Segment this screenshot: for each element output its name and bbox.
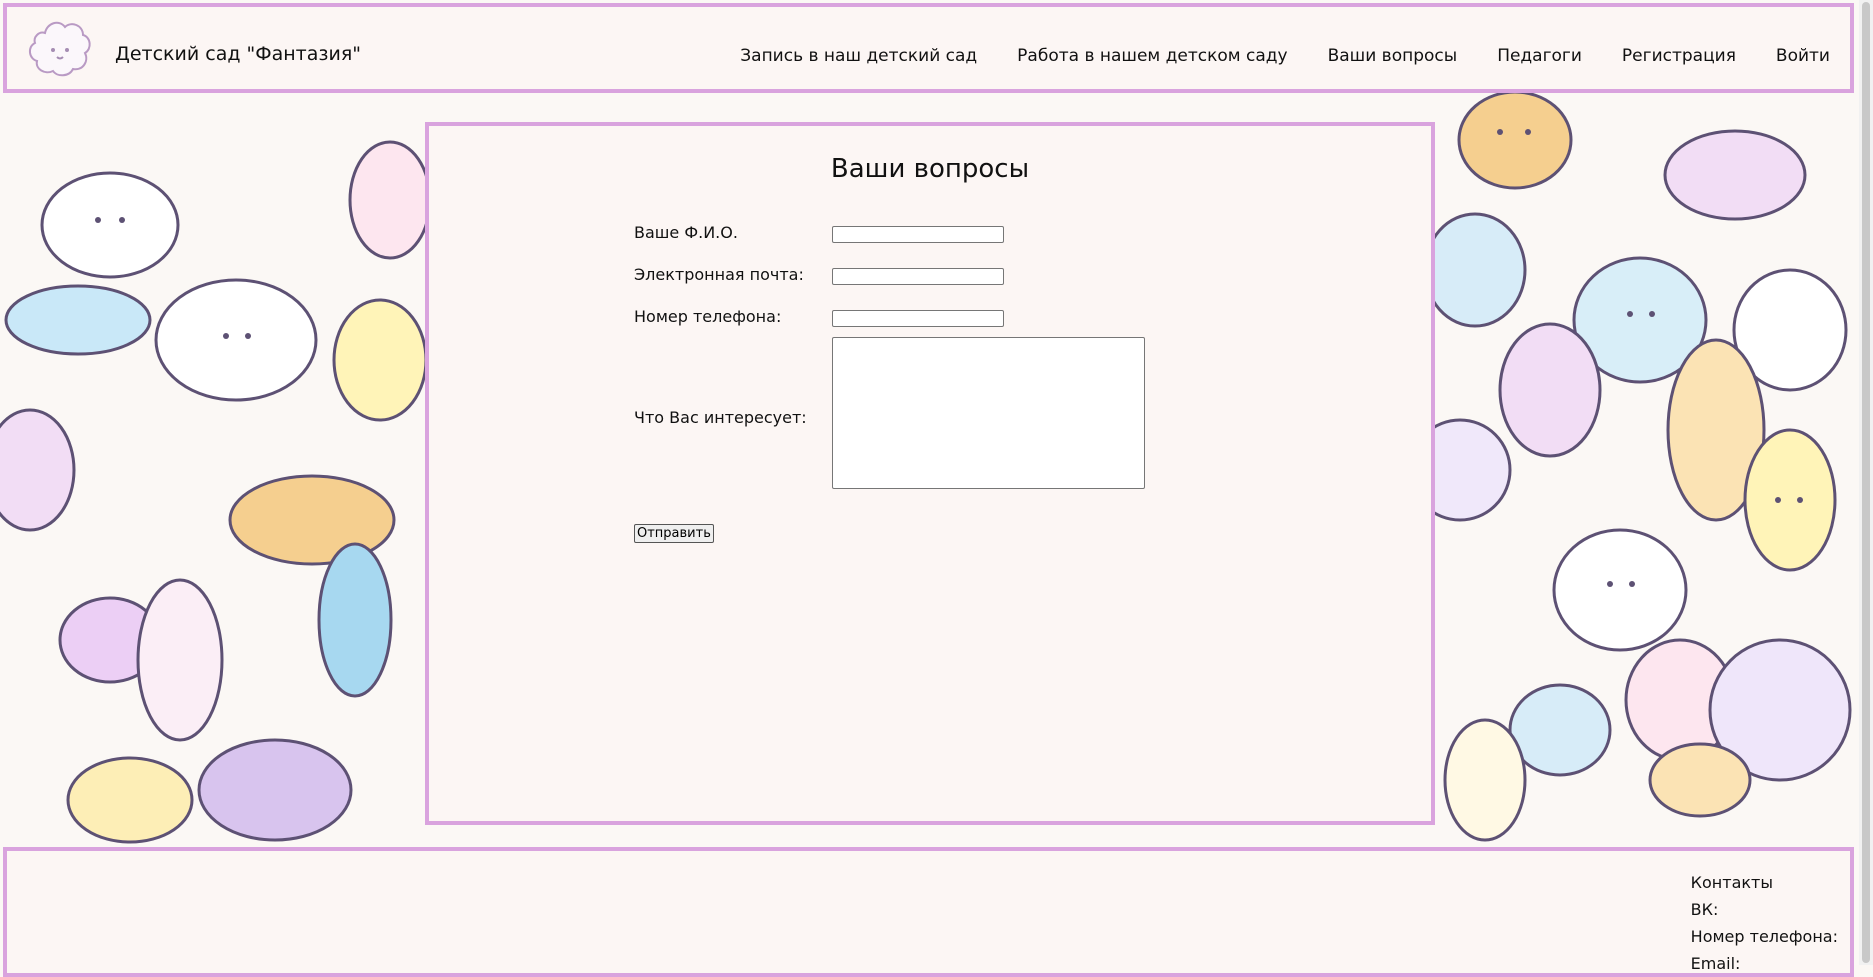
vertical-scrollbar[interactable] bbox=[1859, 0, 1873, 965]
email-label: Электронная почта: bbox=[634, 265, 804, 284]
name-field[interactable] bbox=[832, 226, 1004, 243]
questions-panel: Ваши вопросы Ваше Ф.И.О. Электронная поч… bbox=[425, 122, 1435, 825]
site-title: Детский сад "Фантазия" bbox=[115, 43, 362, 65]
page-title: Ваши вопросы bbox=[830, 154, 1030, 184]
email-contact-label: Email: bbox=[1690, 954, 1741, 973]
phone-label: Номер телефона: bbox=[634, 307, 782, 326]
nav-enrollment[interactable]: Запись в наш детский сад bbox=[740, 46, 977, 66]
main-nav: Запись в наш детский сад Работа в нашем … bbox=[740, 46, 1830, 66]
vk-label: ВК: bbox=[1690, 900, 1719, 919]
contacts-block: Контакты ВК: Номер телефона: Email: bbox=[1691, 869, 1838, 977]
logo-cloud-icon[interactable] bbox=[27, 15, 93, 85]
contacts-title: Контакты bbox=[1690, 873, 1774, 892]
phone-field[interactable] bbox=[832, 310, 1004, 327]
question-label: Что Вас интересует: bbox=[634, 408, 807, 427]
nav-register[interactable]: Регистрация bbox=[1622, 46, 1736, 66]
header: Детский сад "Фантазия" Запись в наш детс… bbox=[3, 3, 1854, 93]
nav-teachers[interactable]: Педагоги bbox=[1497, 46, 1582, 66]
email-field[interactable] bbox=[832, 268, 1004, 285]
nav-login[interactable]: Войти bbox=[1776, 46, 1830, 66]
nav-jobs[interactable]: Работа в нашем детском саду bbox=[1017, 46, 1287, 66]
scrollbar-thumb[interactable] bbox=[1862, 2, 1870, 963]
nav-questions[interactable]: Ваши вопросы bbox=[1328, 46, 1458, 66]
footer: Контакты ВК: Номер телефона: Email: bbox=[3, 847, 1854, 977]
phone-contact-label: Номер телефона: bbox=[1690, 927, 1838, 946]
name-label: Ваше Ф.И.О. bbox=[634, 223, 738, 242]
submit-button[interactable]: Отправить bbox=[634, 524, 714, 543]
question-textarea[interactable] bbox=[832, 337, 1145, 489]
